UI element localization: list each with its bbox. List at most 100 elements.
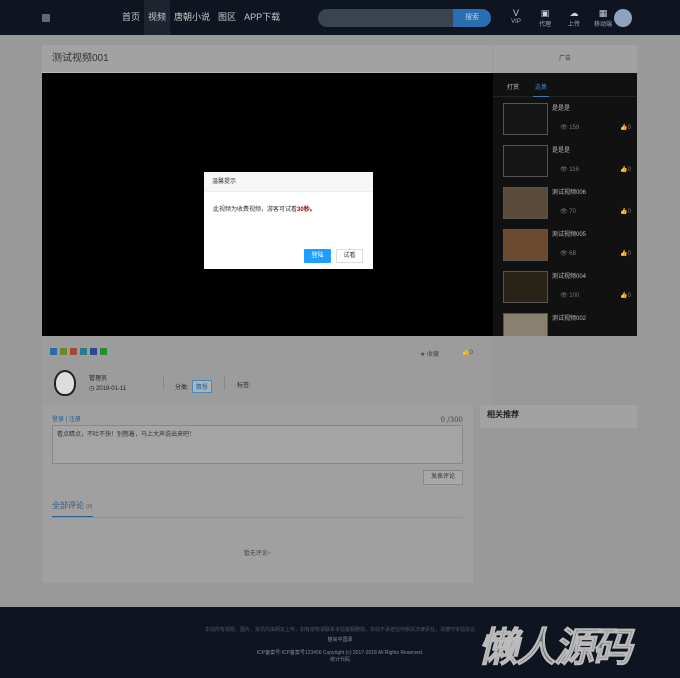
vip-button[interactable]: V VIP <box>506 8 526 28</box>
video-thumbnail[interactable] <box>503 271 548 303</box>
try-watch-button[interactable]: 试看 <box>336 249 363 263</box>
like-count: 0 <box>469 350 473 356</box>
clock-icon: ◷ <box>89 386 96 392</box>
site-logo[interactable] <box>42 14 50 22</box>
view-count: 159 <box>569 125 580 131</box>
views: 👁 159 <box>560 124 579 131</box>
share-weibo-icon[interactable] <box>60 348 67 355</box>
qrcode-icon: ▦ <box>598 8 608 18</box>
likes: 👍0 <box>620 250 631 257</box>
playlist-item[interactable]: 测试视频004 👁 100 👍0 <box>503 265 637 307</box>
eye-icon: 👁 <box>560 209 570 215</box>
upload-date: ◷ 2019-01-11 <box>89 385 126 392</box>
login-link[interactable]: 登录 <box>52 417 64 423</box>
nav-video[interactable]: 视频 <box>144 0 171 35</box>
share-wechat-icon[interactable] <box>100 348 107 355</box>
tab-episodes[interactable]: 选集 <box>533 82 550 97</box>
view-count: 100 <box>569 293 580 299</box>
register-link[interactable]: 注册 <box>69 417 81 423</box>
nav-home[interactable]: 首页 <box>118 0 144 35</box>
eye-icon: 👁 <box>560 293 570 299</box>
thumbs-up-icon: 👍 <box>620 251 628 257</box>
thumbs-up-icon: 👍 <box>620 293 628 299</box>
video-thumbnail[interactable] <box>503 313 548 336</box>
date-text: 2019-01-11 <box>95 386 127 392</box>
vip-icon: V <box>512 8 519 18</box>
eye-icon: 👁 <box>560 125 570 131</box>
playlist-item-title: 测试视频005 <box>552 232 587 238</box>
playlist-item[interactable]: 是是是 👁 159 👍0 <box>503 97 637 139</box>
star-icon: ★ <box>420 352 428 358</box>
notice-dialog: 温馨提示 此视频为收费视频，游客可试看30秒。 登陆 试看 <box>204 172 373 269</box>
divider <box>52 517 463 518</box>
likes: 👍0 <box>620 208 631 215</box>
video-title: 测试视频001 <box>52 53 109 64</box>
like-button[interactable]: 👍0 <box>462 349 473 356</box>
upload-button[interactable]: ☁ 上传 <box>564 8 584 28</box>
views: 👁 100 <box>560 292 579 299</box>
agent-icon: ▣ <box>540 8 550 18</box>
playlist-item[interactable]: 测试视频002 <box>503 307 637 336</box>
playlist-item-title: 测试视频002 <box>552 316 587 322</box>
video-thumbnail[interactable] <box>503 103 548 135</box>
upload-icon: ☁ <box>569 8 579 18</box>
playlist-item[interactable]: 测试视频006 👁 70 👍0 <box>503 181 637 223</box>
playlist-item[interactable]: 是是是 👁 116 👍0 <box>503 139 637 181</box>
share-qq-icon[interactable] <box>80 348 87 355</box>
video-thumbnail[interactable] <box>503 187 548 219</box>
like-count: 0 <box>627 125 631 131</box>
divider <box>224 376 225 390</box>
video-thumbnail[interactable] <box>503 229 548 261</box>
playlist-item[interactable]: 测试视频005 👁 68 👍0 <box>503 223 637 265</box>
dialog-highlight: 30秒。 <box>297 207 316 213</box>
nav-app[interactable]: APP下载 <box>240 0 284 35</box>
share-tencent-icon[interactable] <box>70 348 77 355</box>
post-comment-button[interactable]: 发表评论 <box>423 470 463 485</box>
mobile-button[interactable]: ▦ 移动端 <box>593 8 613 28</box>
tab-all-comments[interactable]: 全部评论 (0) <box>52 500 93 517</box>
view-count: 116 <box>569 167 579 173</box>
category: 分类: 猜想 <box>175 380 212 393</box>
favorite-button[interactable]: ★ 收藏 <box>420 349 439 358</box>
likes: 👍0 <box>620 166 631 173</box>
auth-links: 登录 | 注册 <box>52 417 81 423</box>
main-nav: 首页 视频 唐朝小说 图区 APP下载 <box>118 0 284 35</box>
user-avatar[interactable] <box>614 9 632 27</box>
comment-count: (0) <box>86 504 93 510</box>
video-thumbnail[interactable] <box>503 145 548 177</box>
view-count: 68 <box>569 251 576 257</box>
like-count: 0 <box>627 209 631 215</box>
author-name: 管理员 <box>89 376 108 382</box>
all-comments-label: 全部评论 <box>52 501 84 510</box>
watermark: 懒人源码 <box>478 626 633 671</box>
playlist-item-title: 是是是 <box>552 106 571 112</box>
top-header: 首页 视频 唐朝小说 图区 APP下载 搜索 V VIP ▣ 代理 ☁ 上传 ▦ 移动端 <box>0 0 680 35</box>
dialog-message: 此视频为收费视频，游客可试看30秒。 <box>204 192 373 225</box>
empty-comments: 暂无评论~ <box>243 551 272 557</box>
vip-label: VIP <box>511 19 521 25</box>
nav-novel[interactable]: 唐朝小说 <box>170 0 214 35</box>
playlist-item-title: 测试视频004 <box>552 274 587 280</box>
tags-label: 标签: <box>237 383 251 389</box>
dialog-title: 温馨提示 <box>204 172 373 192</box>
comment-section: 登录 | 注册 0 /300 看点睛点，不吐不快！别憋着，马上大声说出来吧！ 发… <box>42 405 473 583</box>
playlist-item-title: 测试视频006 <box>552 190 587 196</box>
views: 👁 116 <box>560 166 579 173</box>
upload-label: 上传 <box>567 22 580 28</box>
video-title-bar: 测试视频001 <box>42 45 492 73</box>
search-button[interactable]: 搜索 <box>453 9 491 27</box>
share-renren-icon[interactable] <box>90 348 97 355</box>
category-tag[interactable]: 猜想 <box>191 380 212 393</box>
search-input[interactable]: 搜索 <box>318 9 491 27</box>
category-label: 分类: <box>175 385 189 391</box>
video-info-bar: ★ 收藏 👍0 管理员 ◷ 2019-01-11 分类: 猜想 标签: <box>42 336 493 406</box>
agent-button[interactable]: ▣ 代理 <box>535 8 555 28</box>
nav-gallery[interactable]: 图区 <box>214 0 240 35</box>
related-title: 相关推荐 <box>480 405 637 428</box>
share-qzone-icon[interactable] <box>50 348 57 355</box>
tab-reward[interactable]: 打赏 <box>507 82 519 96</box>
comment-textarea[interactable]: 看点睛点，不吐不快！别憋着，马上大声说出来吧！ <box>52 425 463 464</box>
login-button[interactable]: 登陆 <box>304 249 331 263</box>
playlist-item-title: 是是是 <box>552 148 571 154</box>
likes: 👍0 <box>620 124 631 131</box>
